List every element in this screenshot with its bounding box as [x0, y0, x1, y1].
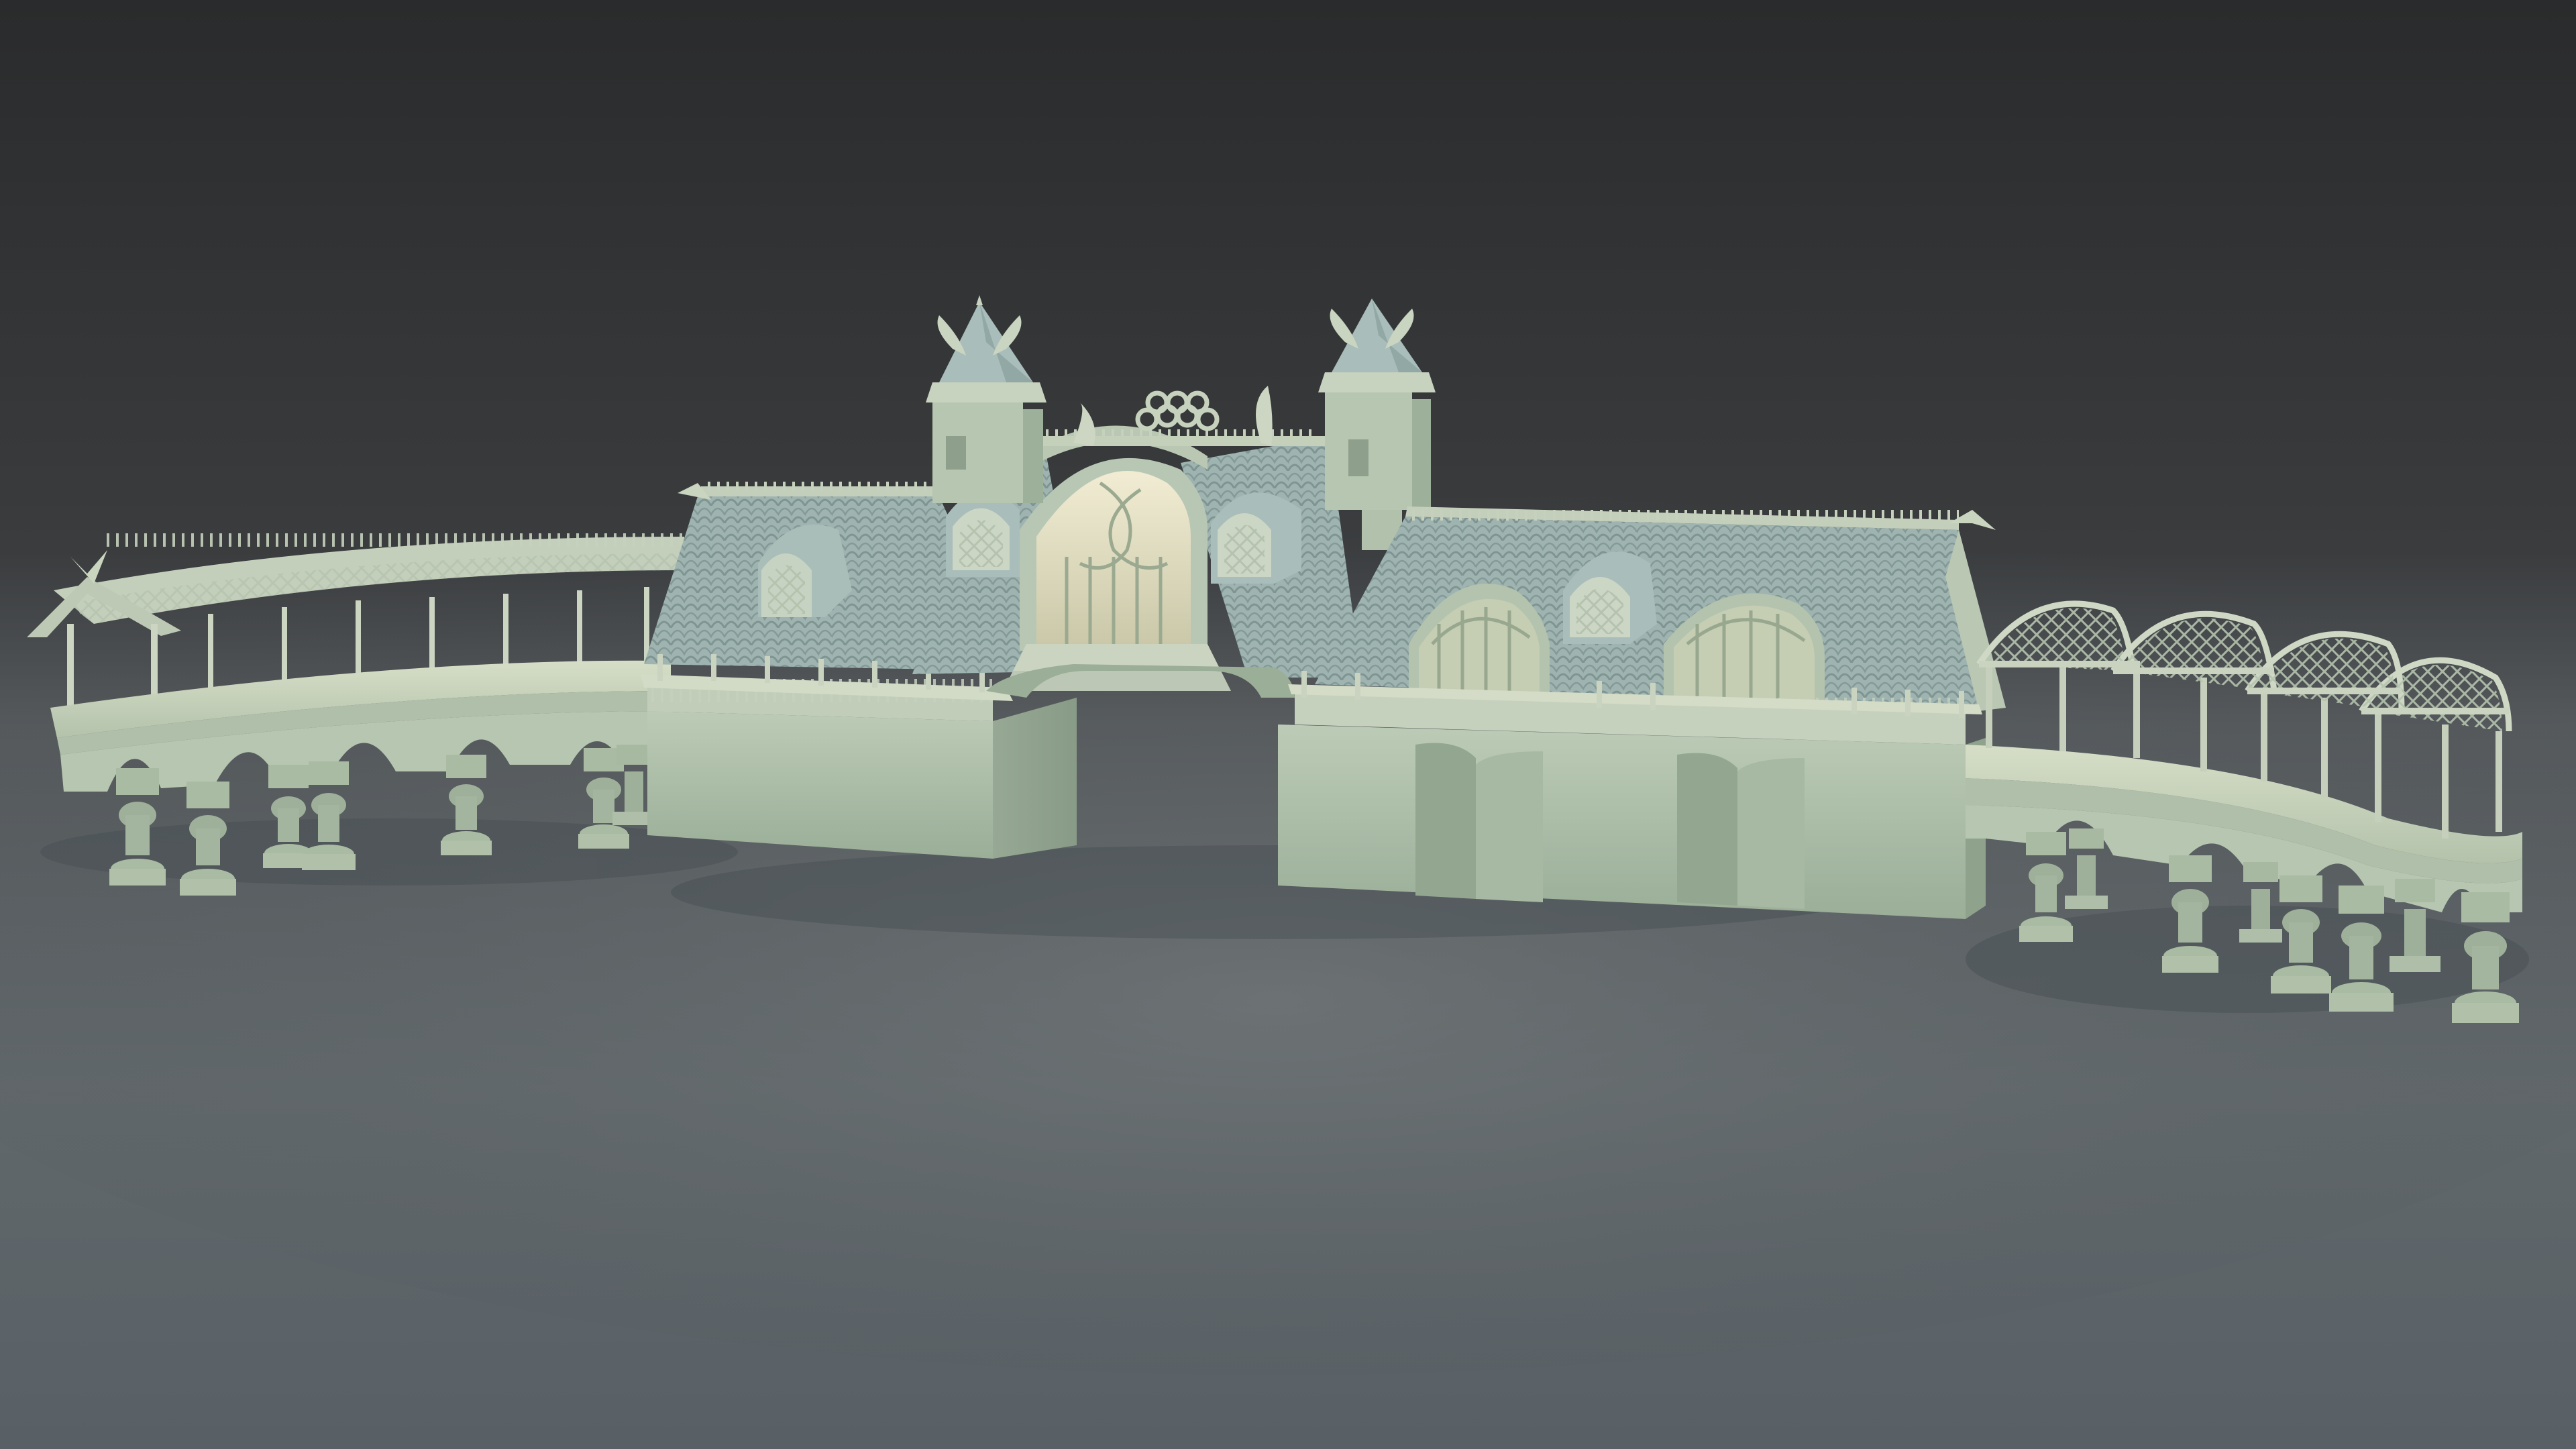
right-building	[1278, 506, 2006, 919]
left-base-block	[647, 711, 993, 859]
gate-dormer-left	[946, 491, 1020, 577]
right-base-block	[1278, 724, 1966, 919]
render-viewport	[0, 0, 2576, 1449]
